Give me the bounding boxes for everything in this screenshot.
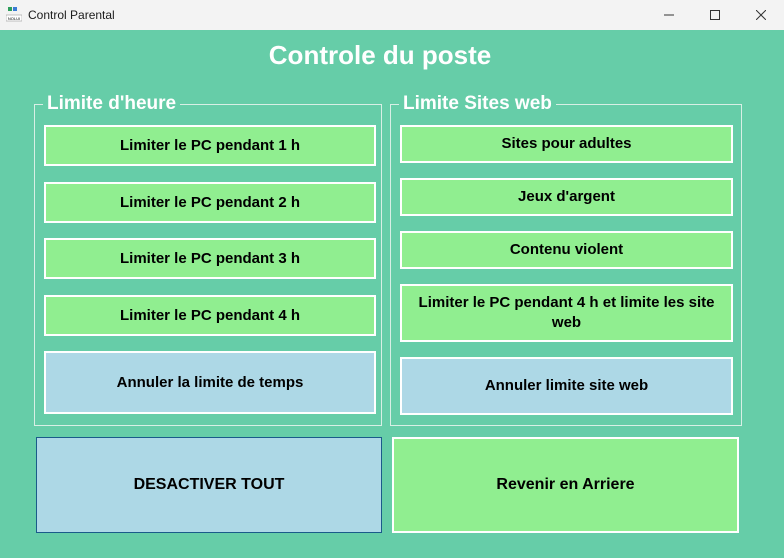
gambling-button[interactable]: Jeux d'argent [400, 178, 733, 216]
limit-4h-and-web-button[interactable]: Limiter le PC pendant 4 h et limite les … [400, 284, 733, 342]
cancel-web-limit-button[interactable]: Annuler limite site web [400, 357, 733, 415]
close-icon [756, 10, 766, 20]
limit-2h-button[interactable]: Limiter le PC pendant 2 h [44, 182, 376, 223]
minimize-button[interactable] [646, 0, 692, 30]
title-bar: NOLUI Control Parental [0, 0, 784, 31]
maximize-icon [710, 10, 720, 20]
maximize-button[interactable] [692, 0, 738, 30]
minimize-icon [664, 14, 674, 16]
svg-text:NOLUI: NOLUI [8, 16, 20, 21]
time-limit-legend: Limite d'heure [43, 93, 181, 115]
go-back-button[interactable]: Revenir en Arriere [392, 437, 739, 533]
web-limit-legend: Limite Sites web [399, 93, 556, 115]
limit-3h-button[interactable]: Limiter le PC pendant 3 h [44, 238, 376, 279]
adult-sites-button[interactable]: Sites pour adultes [400, 125, 733, 163]
violent-content-button[interactable]: Contenu violent [400, 231, 733, 269]
limit-1h-button[interactable]: Limiter le PC pendant 1 h [44, 125, 376, 166]
close-button[interactable] [738, 0, 784, 30]
client-area: Controle du poste Limite d'heure Limiter… [0, 30, 784, 558]
window-title: Control Parental [28, 8, 115, 22]
app-icon: NOLUI [6, 7, 22, 22]
page-title: Controle du poste [268, 40, 492, 70]
cancel-time-limit-button[interactable]: Annuler la limite de temps [44, 351, 376, 414]
deactivate-all-button[interactable]: DESACTIVER TOUT [36, 437, 382, 533]
limit-4h-button[interactable]: Limiter le PC pendant 4 h [44, 295, 376, 336]
